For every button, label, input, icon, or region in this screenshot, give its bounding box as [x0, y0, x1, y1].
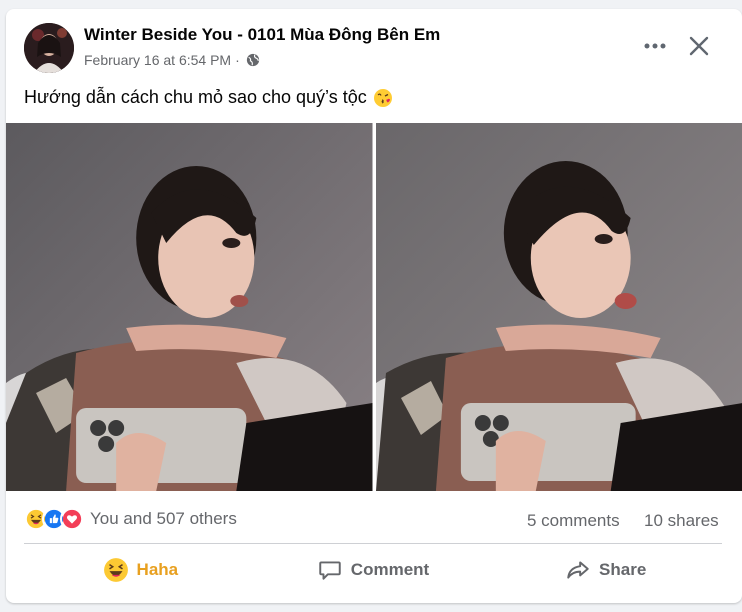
more-options-button[interactable]: [638, 33, 672, 59]
reaction-count[interactable]: You and 507 others: [90, 509, 237, 529]
photo-grid: [6, 123, 742, 491]
haha-icon: [103, 558, 128, 582]
more-dots-icon: [644, 43, 666, 49]
close-icon: [689, 36, 709, 56]
page-name[interactable]: Winter Beside You - 0101 Mùa Đông Bên Em: [84, 25, 440, 45]
share-icon: [567, 561, 589, 579]
love-icon: [60, 507, 84, 531]
post-card: Winter Beside You - 0101 Mùa Đông Bên Em…: [6, 9, 742, 603]
comment-label: Comment: [350, 560, 430, 579]
close-button[interactable]: [682, 31, 716, 61]
post-stats: You and 507 others 5 comments 10 shares: [6, 503, 742, 535]
reaction-summary[interactable]: You and 507 others: [24, 507, 237, 531]
post-photo-1[interactable]: [6, 123, 373, 491]
comment-icon: [319, 561, 341, 580]
haha-button[interactable]: Haha: [24, 549, 257, 591]
post-photo-2[interactable]: [375, 123, 742, 491]
share-button[interactable]: Share: [489, 549, 722, 591]
post-header: Winter Beside You - 0101 Mùa Đông Bên Em…: [6, 9, 742, 79]
comment-button[interactable]: Comment: [257, 549, 490, 591]
post-actions: Haha Comment Share: [24, 549, 722, 591]
comments-count[interactable]: 5 comments: [527, 511, 620, 531]
haha-label: Haha: [136, 560, 179, 579]
meta-separator: ·: [235, 52, 240, 68]
shares-count[interactable]: 10 shares: [644, 511, 719, 531]
page-avatar[interactable]: [24, 23, 74, 73]
share-label: Share: [599, 560, 647, 579]
post-meta: February 16 at 6:54 PM ·: [84, 52, 260, 68]
globe-icon[interactable]: [246, 53, 260, 67]
kissing-face-icon: [373, 88, 392, 107]
post-date[interactable]: February 16 at 6:54 PM: [84, 52, 231, 68]
caption-text: Hướng dẫn cách chu mỏ sao cho quý’s tộc: [24, 87, 367, 107]
post-caption: Hướng dẫn cách chu mỏ sao cho quý’s tộc: [24, 87, 393, 108]
actions-divider: [24, 543, 722, 544]
